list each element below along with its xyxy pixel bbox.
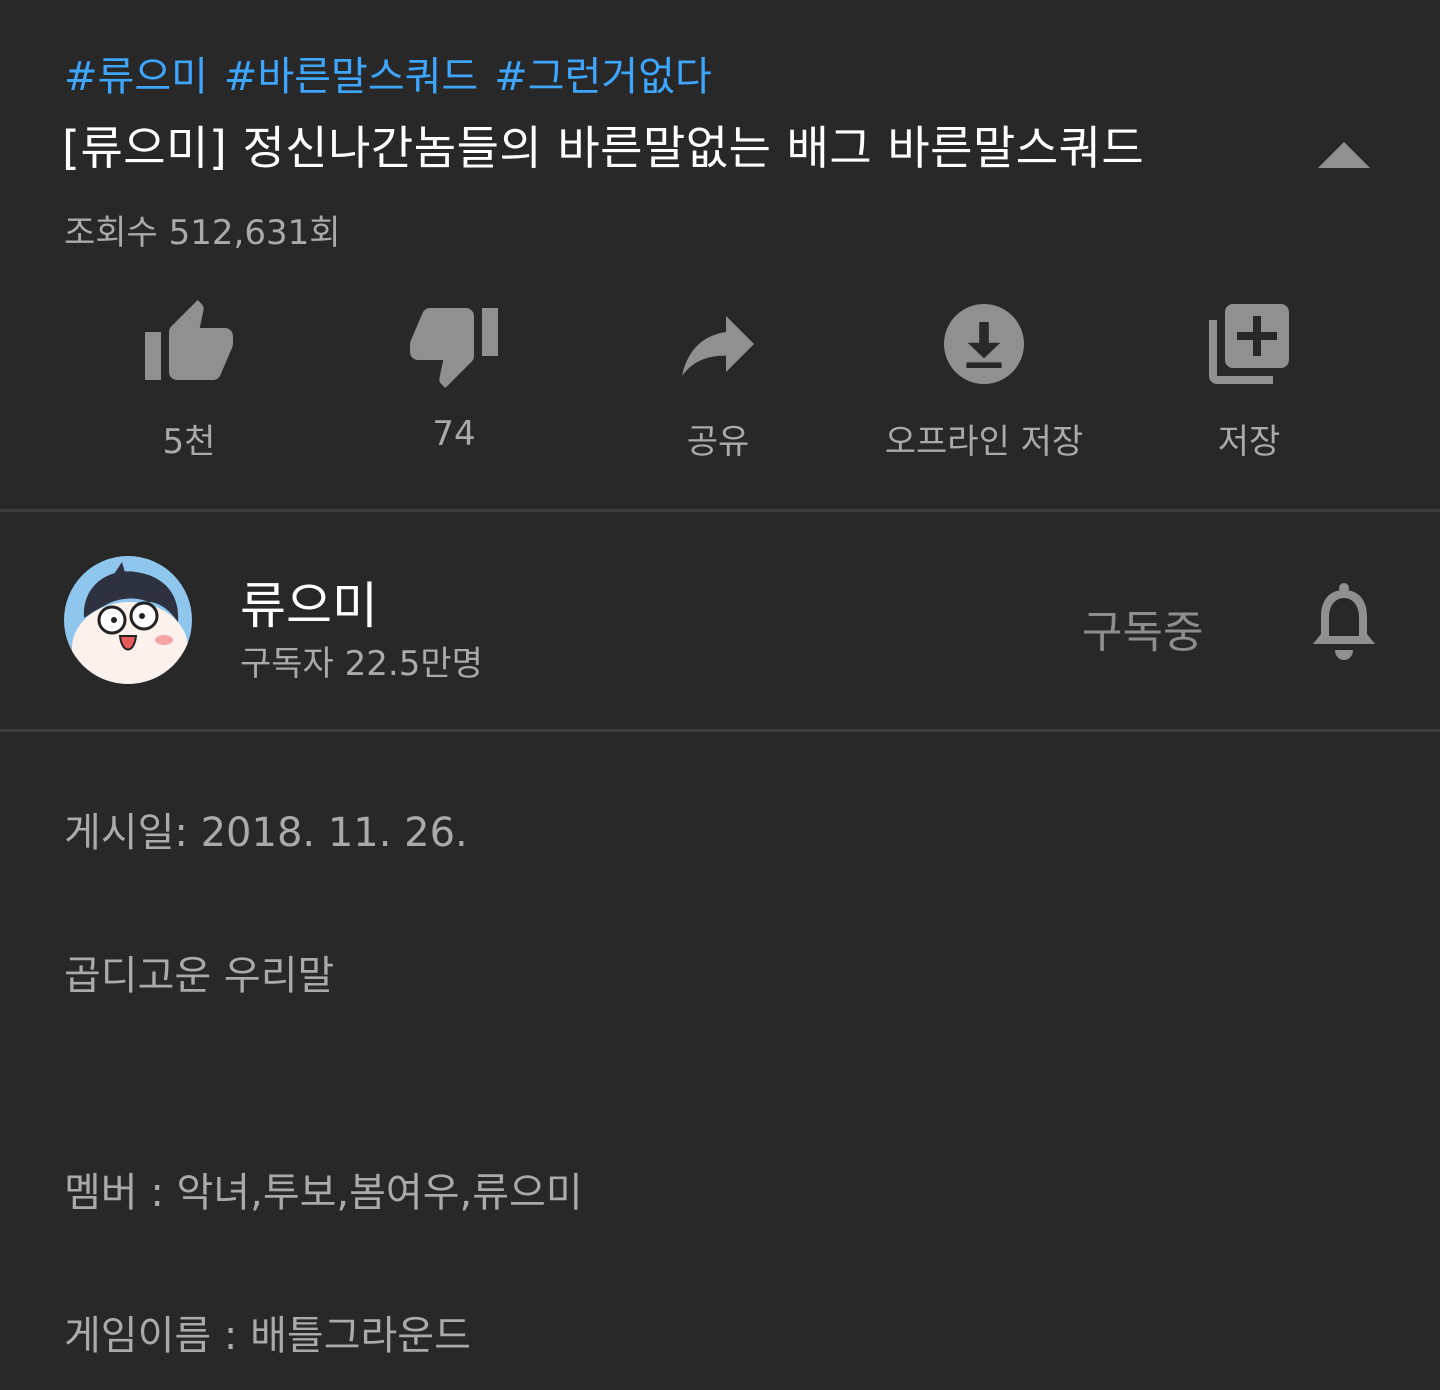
subscriber-count: 구독자 22.5만명	[240, 644, 483, 684]
description-members: 멤버 : 악녀,투보,봄여우,류으미	[64, 1170, 583, 1216]
hashtag-link[interactable]: #그런거없다	[494, 54, 712, 100]
chevron-up-icon	[1318, 142, 1370, 168]
hashtag-link[interactable]: #바른말스쿼드	[224, 54, 478, 100]
channel-name[interactable]: 류으미	[240, 566, 378, 638]
notification-bell-button[interactable]	[1304, 580, 1384, 664]
section-divider	[0, 509, 1440, 512]
like-count: 5천	[162, 422, 216, 462]
bell-icon	[1313, 583, 1375, 660]
publish-date: 게시일: 2018. 11. 26.	[64, 810, 468, 856]
channel-avatar[interactable]	[64, 556, 192, 684]
hashtag-row: #류으미 #바른말스쿼드 #그런거없다	[64, 44, 728, 102]
download-button[interactable]: 오프라인 저장	[864, 296, 1104, 476]
save-label: 저장	[1217, 422, 1281, 462]
share-icon	[682, 316, 754, 376]
action-bar: 5천 74 공유 오프라인 저장 저장	[0, 296, 1440, 476]
thumbs-down-icon	[410, 308, 498, 388]
playlist-add-icon	[1209, 304, 1289, 384]
video-title: [류으미] 정신나간놈들의 바른말없는 배그 바른말스쿼드	[62, 121, 1145, 175]
section-divider	[0, 729, 1440, 732]
description-game: 게임이름 : 배틀그라운드	[64, 1313, 471, 1359]
download-label: 오프라인 저장	[884, 422, 1084, 462]
collapse-description-button[interactable]	[1312, 136, 1376, 176]
share-button[interactable]: 공유	[598, 296, 838, 476]
view-count: 조회수 512,631회	[64, 213, 341, 253]
hashtag-link[interactable]: #류으미	[64, 54, 208, 100]
subscribed-button[interactable]: 구독중	[1082, 596, 1203, 660]
save-to-playlist-button[interactable]: 저장	[1129, 296, 1369, 476]
share-label: 공유	[686, 422, 750, 462]
description-line: 곱디고운 우리말	[64, 953, 335, 999]
dislike-button[interactable]: 74	[334, 296, 574, 476]
avatar-image	[64, 556, 192, 684]
like-button[interactable]: 5천	[69, 296, 309, 476]
thumbs-up-icon	[145, 300, 233, 380]
dislike-count: 74	[432, 414, 476, 454]
download-icon	[944, 304, 1024, 384]
